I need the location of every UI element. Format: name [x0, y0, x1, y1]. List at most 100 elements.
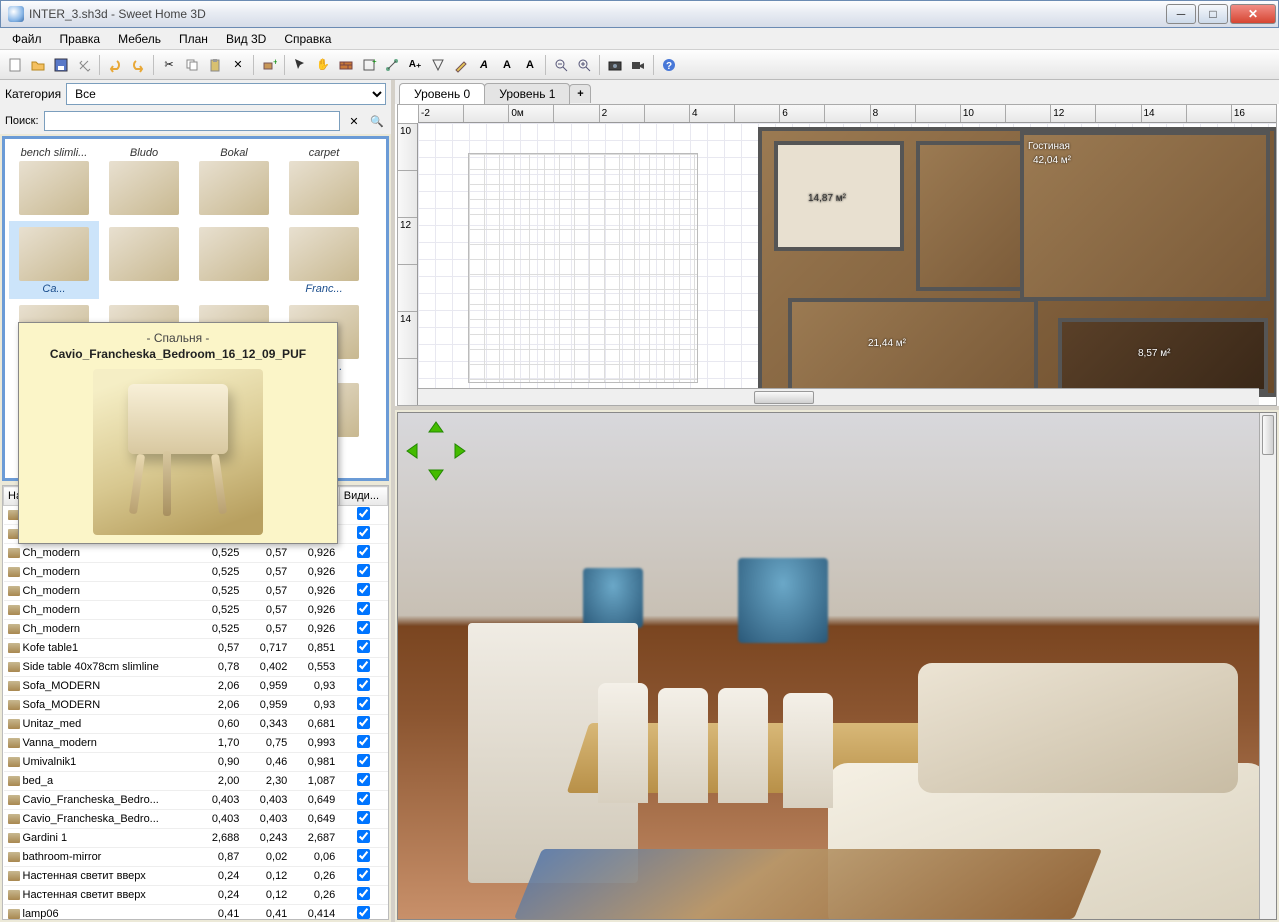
add-furniture-icon[interactable]: + [258, 54, 280, 76]
catalog-item[interactable]: bench slimli... [9, 143, 99, 221]
table-row[interactable]: Unitaz_med0,600,3430,681 [4, 715, 388, 734]
paste-icon[interactable] [204, 54, 226, 76]
visible-checkbox[interactable] [357, 906, 370, 919]
prefs-icon[interactable] [73, 54, 95, 76]
menu-3dview[interactable]: Вид 3D [218, 30, 274, 48]
table-row[interactable]: Kofe table10,570,7170,851 [4, 639, 388, 658]
col-visible[interactable]: Види... [339, 487, 387, 506]
table-row[interactable]: Cavio_Francheska_Bedro...0,4030,4030,649 [4, 791, 388, 810]
zoom-in-icon[interactable] [573, 54, 595, 76]
table-row[interactable]: Ch_modern0,5250,570,926 [4, 582, 388, 601]
catalog-item[interactable]: Bokal [189, 143, 279, 221]
visible-checkbox[interactable] [357, 545, 370, 558]
level-tab-0[interactable]: Уровень 0 [399, 83, 485, 104]
text-size-icon[interactable]: A [519, 54, 541, 76]
visible-checkbox[interactable] [357, 564, 370, 577]
catalog-item[interactable] [99, 221, 189, 299]
table-row[interactable]: Настенная светит вверх0,240,120,26 [4, 867, 388, 886]
video-icon[interactable] [627, 54, 649, 76]
visible-checkbox[interactable] [357, 602, 370, 615]
table-row[interactable]: Gardini 12,6880,2432,687 [4, 829, 388, 848]
cut-icon[interactable]: ✂ [158, 54, 180, 76]
undo-icon[interactable] [104, 54, 126, 76]
zoom-out-icon[interactable] [550, 54, 572, 76]
category-select[interactable]: Все [66, 83, 386, 105]
select-icon[interactable] [289, 54, 311, 76]
clear-search-icon[interactable]: ✕ [345, 112, 363, 130]
table-row[interactable]: bed_a2,002,301,087 [4, 772, 388, 791]
menu-file[interactable]: Файл [4, 30, 50, 48]
table-row[interactable]: Sofa_MODERN2,060,9590,93 [4, 696, 388, 715]
visible-checkbox[interactable] [357, 868, 370, 881]
help-icon[interactable]: ? [658, 54, 680, 76]
visible-checkbox[interactable] [357, 526, 370, 539]
table-row[interactable]: Side table 40x78cm slimline0,780,4020,55… [4, 658, 388, 677]
table-row[interactable]: Vanna_modern1,700,750,993 [4, 734, 388, 753]
menu-plan[interactable]: План [171, 30, 216, 48]
catalog-item[interactable]: carpet [279, 143, 369, 221]
table-row[interactable]: lamp060,410,410,414 [4, 905, 388, 921]
open-icon[interactable] [27, 54, 49, 76]
floor-plan[interactable]: 14,87 м² Гостиная 42,04 м² 21,44 м² 8,57… [418, 123, 1276, 388]
catalog-item[interactable] [189, 221, 279, 299]
search-icon[interactable]: 🔍 [368, 112, 386, 130]
menu-help[interactable]: Справка [276, 30, 339, 48]
table-row[interactable]: Umivalnik10,900,460,981 [4, 753, 388, 772]
table-row[interactable]: Ch_modern0,5250,570,926 [4, 563, 388, 582]
catalog-item[interactable]: Bludo [99, 143, 189, 221]
level-tab-1[interactable]: Уровень 1 [484, 83, 570, 104]
menu-edit[interactable]: Правка [52, 30, 109, 48]
catalog-item[interactable]: Franc... [279, 221, 369, 299]
italic-icon[interactable]: A [473, 54, 495, 76]
visible-checkbox[interactable] [357, 830, 370, 843]
visible-checkbox[interactable] [357, 887, 370, 900]
visible-checkbox[interactable] [357, 507, 370, 520]
table-row[interactable]: Ch_modern0,5250,570,926 [4, 544, 388, 563]
table-row[interactable]: Настенная светит вверх0,240,120,26 [4, 886, 388, 905]
visible-checkbox[interactable] [357, 811, 370, 824]
visible-checkbox[interactable] [357, 773, 370, 786]
visible-checkbox[interactable] [357, 792, 370, 805]
plan-view[interactable]: Уровень 0 Уровень 1 + -20м246810121416 1… [395, 80, 1279, 410]
create-walls-icon[interactable] [335, 54, 357, 76]
nav-right-icon[interactable] [448, 442, 466, 460]
pan-icon[interactable]: ✋ [312, 54, 334, 76]
bold-icon[interactable]: A [496, 54, 518, 76]
view3d-vscrollbar[interactable] [1259, 413, 1276, 919]
create-rooms-icon[interactable]: + [358, 54, 380, 76]
nav-up-icon[interactable] [427, 421, 445, 439]
search-input[interactable] [44, 111, 340, 131]
minimize-button[interactable]: ─ [1166, 4, 1196, 24]
maximize-button[interactable]: □ [1198, 4, 1228, 24]
visible-checkbox[interactable] [357, 640, 370, 653]
visible-checkbox[interactable] [357, 735, 370, 748]
menu-furniture[interactable]: Мебель [110, 30, 169, 48]
visible-checkbox[interactable] [357, 849, 370, 862]
pencil-icon[interactable] [450, 54, 472, 76]
create-label-icon[interactable] [427, 54, 449, 76]
visible-checkbox[interactable] [357, 716, 370, 729]
visible-checkbox[interactable] [357, 659, 370, 672]
table-row[interactable]: Cavio_Francheska_Bedro...0,4030,4030,649 [4, 810, 388, 829]
nav-left-icon[interactable] [406, 442, 424, 460]
new-icon[interactable] [4, 54, 26, 76]
nav-down-icon[interactable] [427, 463, 445, 481]
visible-checkbox[interactable] [357, 754, 370, 767]
add-level-button[interactable]: + [569, 84, 591, 103]
create-dims-icon[interactable]: A₊ [404, 54, 426, 76]
close-button[interactable]: ✕ [1230, 4, 1276, 24]
photo-icon[interactable] [604, 54, 626, 76]
plan-hscrollbar[interactable] [418, 388, 1259, 405]
table-row[interactable]: Ch_modern0,5250,570,926 [4, 601, 388, 620]
delete-icon[interactable]: ✕ [227, 54, 249, 76]
create-polyline-icon[interactable] [381, 54, 403, 76]
furniture-list[interactable]: Наименование Ши... Глу... Вы... Види... … [2, 485, 389, 920]
table-row[interactable]: Ch_modern0,5250,570,926 [4, 620, 388, 639]
table-row[interactable]: bathroom-mirror0,870,020,06 [4, 848, 388, 867]
redo-icon[interactable] [127, 54, 149, 76]
visible-checkbox[interactable] [357, 678, 370, 691]
catalog-item[interactable]: Ca... [9, 221, 99, 299]
copy-icon[interactable] [181, 54, 203, 76]
visible-checkbox[interactable] [357, 697, 370, 710]
table-row[interactable]: Sofa_MODERN2,060,9590,93 [4, 677, 388, 696]
